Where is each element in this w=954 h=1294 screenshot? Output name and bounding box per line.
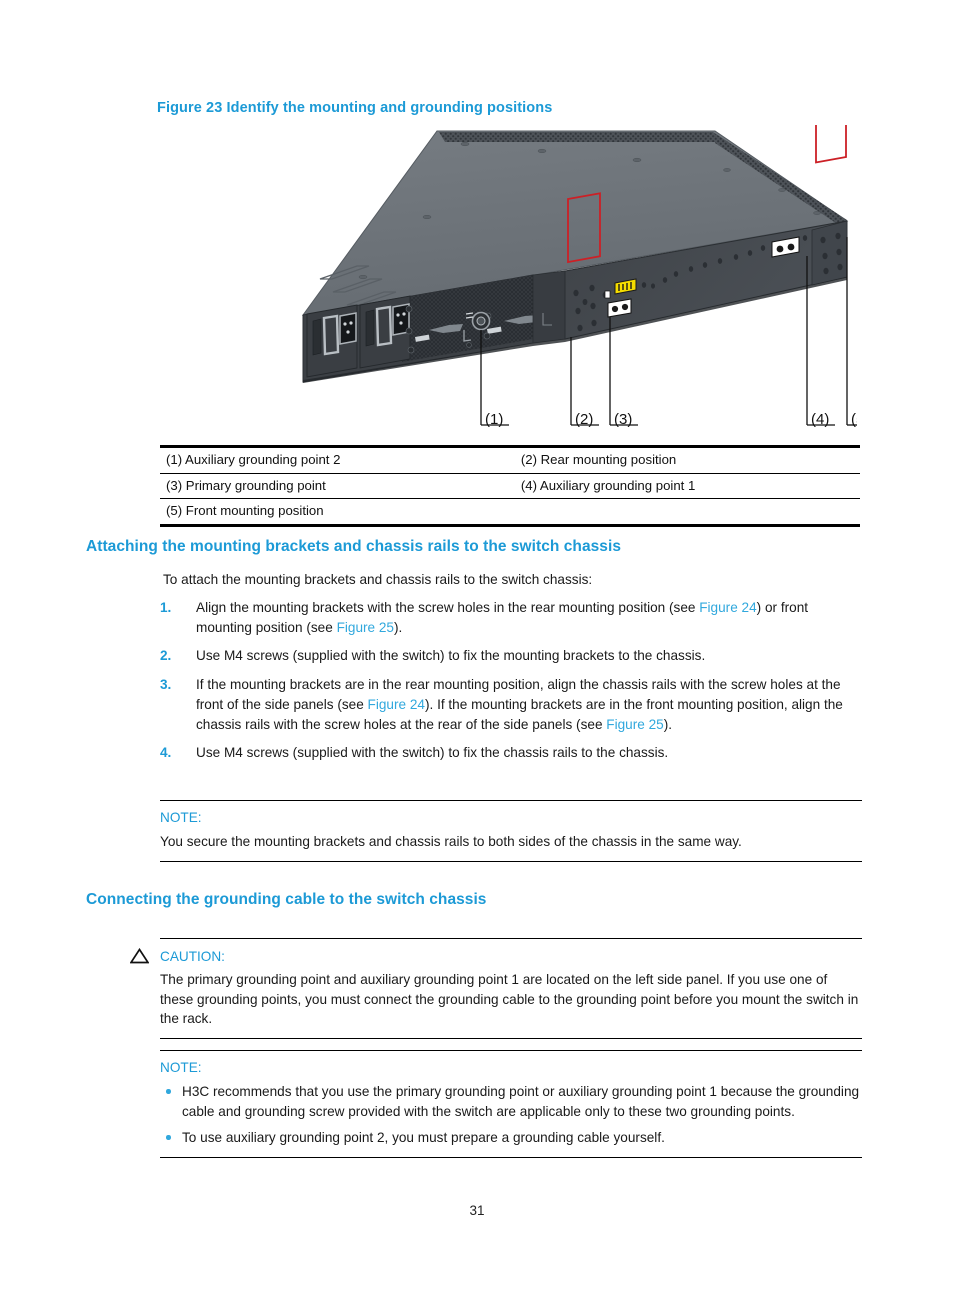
step-text-run: Use M4 screws (supplied with the switch)… [196,745,669,761]
step-text: Align the mounting brackets with the scr… [196,598,862,637]
step-text-run: Align the mounting brackets with the scr… [196,600,700,615]
step-text-run: ). [663,716,673,732]
chassis-rear-mesh-strip [439,132,715,142]
legend-cell [514,498,860,527]
figure-illustration: (1) (2) (3) (4) (5) [157,125,857,437]
list-item: 4. Use M4 screws (supplied with the swit… [160,743,862,763]
power-supply-module-1 [306,304,358,378]
legend-cell: (1) Auxiliary grounding point 2 [160,445,515,474]
side-panel-indicator-chip [604,290,611,299]
section-heading-connecting: Connecting the grounding cable to the sw… [86,891,487,908]
note-label: NOTE: [160,1060,202,1075]
caution-label: CAUTION: [160,948,225,964]
list-item: H3C recommends that you use the primary … [160,1082,862,1121]
list-item: 1. Align the mounting brackets with the … [160,598,862,637]
caution-box-grounding: CAUTION: The primary grounding point and… [129,938,862,1040]
legend-cell: (2) Rear mounting position [514,445,860,474]
table-row: (1) Auxiliary grounding point 2 (2) Rear… [160,445,860,474]
callout-labels: (1) (2) (3) (4) (5) [485,411,857,428]
figure-cross-reference-link[interactable]: Figure 24 [699,600,756,615]
list-item: To use auxiliary grounding point 2, you … [160,1128,862,1148]
attaching-intro-paragraph: To attach the mounting brackets and chas… [163,572,593,587]
note-bullet-list: H3C recommends that you use the primary … [160,1082,862,1148]
step-text-run: Use M4 screws (supplied with the switch)… [196,648,706,664]
rear-corner-panel [532,270,566,344]
table-row: (5) Front mounting position [160,498,860,527]
step-number: 4. [160,745,172,761]
figure-cross-reference-link[interactable]: Figure 25 [337,620,394,635]
caution-triangle-icon [129,947,150,964]
step-number: 2. [160,648,172,664]
table-row: (3) Primary grounding point (4) Auxiliar… [160,473,860,499]
step-number: 1. [160,600,172,615]
step-text: Use M4 screws (supplied with the switch)… [196,646,862,666]
figure-legend-table: (1) Auxiliary grounding point 2 (2) Rear… [160,445,860,527]
note-label: NOTE: [160,810,202,825]
figure-cross-reference-link[interactable]: Figure 25 [606,717,663,732]
legend-cell: (4) Auxiliary grounding point 1 [514,473,860,499]
list-item: 2. Use M4 screws (supplied with the swit… [160,646,862,666]
front-corner-panel [811,220,848,286]
step-number: 3. [160,677,172,693]
list-item: 3. If the mounting brackets are in the r… [160,675,862,734]
step-text: Use M4 screws (supplied with the switch)… [196,743,862,763]
section-heading-attaching: Attaching the mounting brackets and chas… [86,538,621,555]
step-text-run: ). [394,619,403,635]
note-body: You secure the mounting brackets and cha… [160,834,742,849]
page-number: 31 [469,1203,485,1218]
attaching-steps-list: 1. Align the mounting brackets with the … [160,598,862,772]
document-page: Figure 23 Identify the mounting and grou… [0,0,954,1294]
legend-cell: (3) Primary grounding point [160,473,515,499]
figure-cross-reference-link[interactable]: Figure 24 [368,697,425,712]
power-supply-module-2 [359,295,411,369]
figure-caption: Figure 23 Identify the mounting and grou… [157,100,553,116]
note-box-attaching: NOTE: You secure the mounting brackets a… [160,800,862,862]
legend-cell: (5) Front mounting position [160,498,515,527]
caution-body: The primary grounding point and auxiliar… [160,972,859,1027]
step-text: If the mounting brackets are in the rear… [196,675,862,734]
note-box-grounding: NOTE: H3C recommends that you use the pr… [160,1050,862,1159]
